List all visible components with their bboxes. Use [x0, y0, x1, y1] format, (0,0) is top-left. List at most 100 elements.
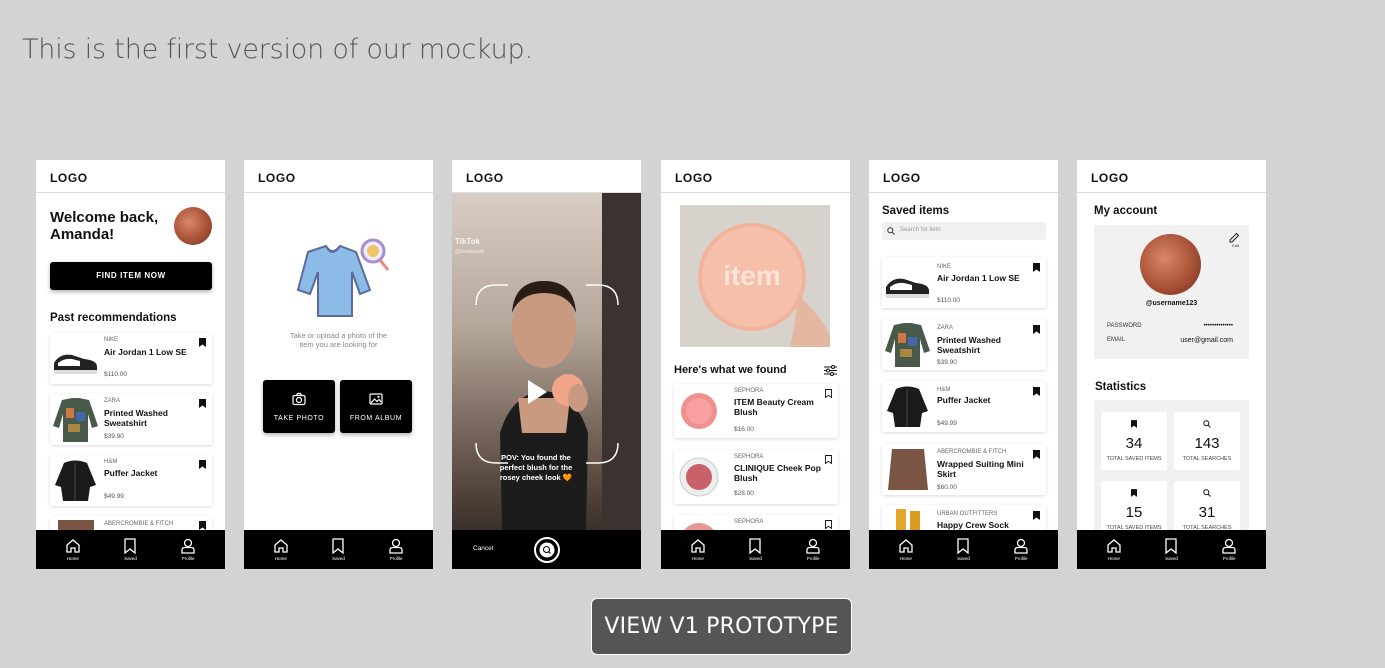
password-value: •••••••••••••• — [1203, 323, 1233, 329]
list-item[interactable]: H&M Puffer Jacket $49.99 — [882, 381, 1046, 432]
nav-home[interactable]: Home — [1094, 538, 1134, 561]
list-item[interactable]: SEPHORA ITEM Beauty Cream Blush $16.00 — [674, 384, 838, 438]
welcome-heading: Welcome back, Amanda! — [50, 209, 159, 243]
bookmark-icon — [1131, 489, 1137, 497]
bookmark-outline-icon[interactable] — [825, 455, 832, 464]
nav-profile[interactable]: Profile — [168, 538, 208, 561]
bookmark-outline-icon[interactable] — [825, 520, 832, 529]
home-icon — [66, 539, 80, 553]
mockup-saved-screen[interactable]: LOGO Saved items Search for item NIKE Ai… — [869, 160, 1058, 569]
play-icon[interactable] — [526, 379, 548, 405]
nav-profile-label: Profile — [1222, 556, 1236, 561]
nav-saved[interactable]: Saved — [943, 538, 983, 561]
find-item-button[interactable]: FIND ITEM NOW — [50, 262, 212, 290]
bookmark-outline-icon[interactable] — [825, 389, 832, 398]
bookmark-icon[interactable] — [1033, 263, 1040, 272]
bookmark-icon[interactable] — [199, 338, 206, 347]
nav-profile[interactable]: Profile — [793, 538, 833, 561]
edit-icon[interactable] — [1229, 232, 1240, 243]
nav-saved-label: Saved — [332, 556, 345, 561]
camera-icon — [292, 392, 306, 406]
list-item[interactable]: NIKE Air Jordan 1 Low SE $110.00 — [882, 257, 1046, 308]
nav-home[interactable]: Home — [53, 538, 93, 561]
nav-home[interactable]: Home — [678, 538, 718, 561]
take-photo-label: TAKE PHOTO — [273, 415, 325, 422]
jacket-image — [882, 381, 933, 432]
intro-text: This is the first version of our mockup. — [22, 34, 533, 65]
svg-text:item: item — [723, 260, 781, 291]
search-icon — [1203, 420, 1211, 428]
bookmark-icon[interactable] — [1033, 325, 1040, 334]
list-item[interactable]: NIKE Air Jordan 1 Low SE $110.00 — [50, 333, 212, 384]
item-brand: ZARA — [104, 398, 121, 404]
from-album-label: FROM ALBUM — [349, 415, 403, 422]
nav-profile[interactable]: Profile — [1001, 538, 1041, 561]
nav-profile-label: Profile — [389, 556, 403, 561]
bookmark-icon[interactable] — [199, 460, 206, 469]
bookmark-icon[interactable] — [199, 521, 206, 530]
bookmark-icon[interactable] — [1033, 450, 1040, 459]
item-price: $60.00 — [937, 484, 957, 491]
item-brand: URBAN OUTFITTERS — [937, 511, 998, 517]
bookmark-icon[interactable] — [1033, 511, 1040, 520]
cancel-button[interactable]: Cancel — [473, 545, 493, 552]
list-item[interactable]: H&M Puffer Jacket $49.99 — [50, 455, 212, 506]
item-name: Happy Crew Sock — [937, 520, 1009, 530]
item-name: Wrapped Suiting Mini Skirt — [937, 459, 1024, 479]
search-input[interactable]: Search for item — [882, 222, 1046, 240]
bottom-nav: Home Saved Profile — [36, 530, 225, 569]
list-item[interactable]: SEPHORA CLINIQUE Cheek Pop Blush $28.00 — [674, 450, 838, 504]
nav-saved[interactable]: Saved — [318, 538, 358, 561]
mockup-account-screen[interactable]: LOGO My account Edit @username123 PASSWO… — [1077, 160, 1266, 569]
camera-preview[interactable]: TikTok @itembeauty POV: You found the pe… — [452, 193, 641, 530]
results-title: Here's what we found — [674, 364, 787, 376]
search-icon — [539, 542, 555, 558]
bookmark-icon — [1165, 538, 1178, 554]
sweater-search-illustration — [296, 238, 390, 317]
item-name: ITEM Beauty Cream Blush — [734, 397, 814, 417]
user-icon — [1014, 538, 1028, 554]
nav-home-label: Home — [274, 556, 287, 561]
bookmark-icon[interactable] — [1033, 387, 1040, 396]
mockup-home-screen[interactable]: LOGO Welcome back, Amanda! FIND ITEM NOW… — [36, 160, 225, 569]
take-photo-button[interactable]: TAKE PHOTO — [263, 380, 335, 433]
mockup-camera-screen[interactable]: LOGO TikTok @itembeauty POV: You found t… — [452, 160, 641, 569]
tiktok-watermark: TikTok — [455, 237, 481, 246]
mockup-results-screen[interactable]: LOGO item Here's what we found SEPHORA I… — [661, 160, 850, 569]
search-icon — [1203, 489, 1211, 497]
nav-home[interactable]: Home — [261, 538, 301, 561]
item-price: $39.90 — [937, 359, 957, 366]
list-item[interactable]: ZARA Printed Washed Sweatshirt $39.90 — [50, 394, 212, 445]
nav-home[interactable]: Home — [886, 538, 926, 561]
filter-icon[interactable] — [824, 365, 837, 376]
home-icon — [899, 539, 913, 553]
account-title: My account — [1094, 205, 1158, 217]
bookmark-icon[interactable] — [199, 399, 206, 408]
item-brand: SEPHORA — [734, 454, 764, 460]
nav-home-label: Home — [899, 556, 912, 561]
list-item[interactable]: ABERCROMBIE & FITCH Wrapped Suiting Mini… — [882, 444, 1046, 495]
password-label: PASSWORD — [1107, 323, 1142, 329]
capture-button[interactable] — [534, 537, 560, 563]
nav-saved[interactable]: Saved — [735, 538, 775, 561]
item-brand: SEPHORA — [734, 388, 764, 394]
list-item[interactable]: ZARA Printed Washed Sweatshirt $39.90 — [882, 319, 1046, 370]
edit-label: Edit — [1232, 243, 1239, 248]
username: @username123 — [1145, 300, 1198, 307]
nav-home-label: Home — [1107, 556, 1120, 561]
blush-image — [674, 384, 725, 438]
view-prototype-button[interactable]: VIEW V1 PROTOTYPE — [591, 598, 852, 655]
nav-profile-label: Profile — [1014, 556, 1028, 561]
user-icon — [389, 538, 403, 554]
logo: LOGO — [244, 160, 433, 193]
item-price: $49.99 — [104, 493, 124, 500]
nav-saved[interactable]: Saved — [1151, 538, 1191, 561]
from-album-button[interactable]: FROM ALBUM — [340, 380, 412, 433]
mockup-upload-screen[interactable]: LOGO Take or upload a photo of the item … — [244, 160, 433, 569]
logo: LOGO — [1077, 160, 1266, 193]
item-brand: ABERCROMBIE & FITCH — [104, 521, 174, 527]
nav-profile[interactable]: Profile — [376, 538, 416, 561]
nav-profile[interactable]: Profile — [1209, 538, 1249, 561]
gallery-icon — [369, 393, 383, 405]
nav-saved[interactable]: Saved — [110, 538, 150, 561]
